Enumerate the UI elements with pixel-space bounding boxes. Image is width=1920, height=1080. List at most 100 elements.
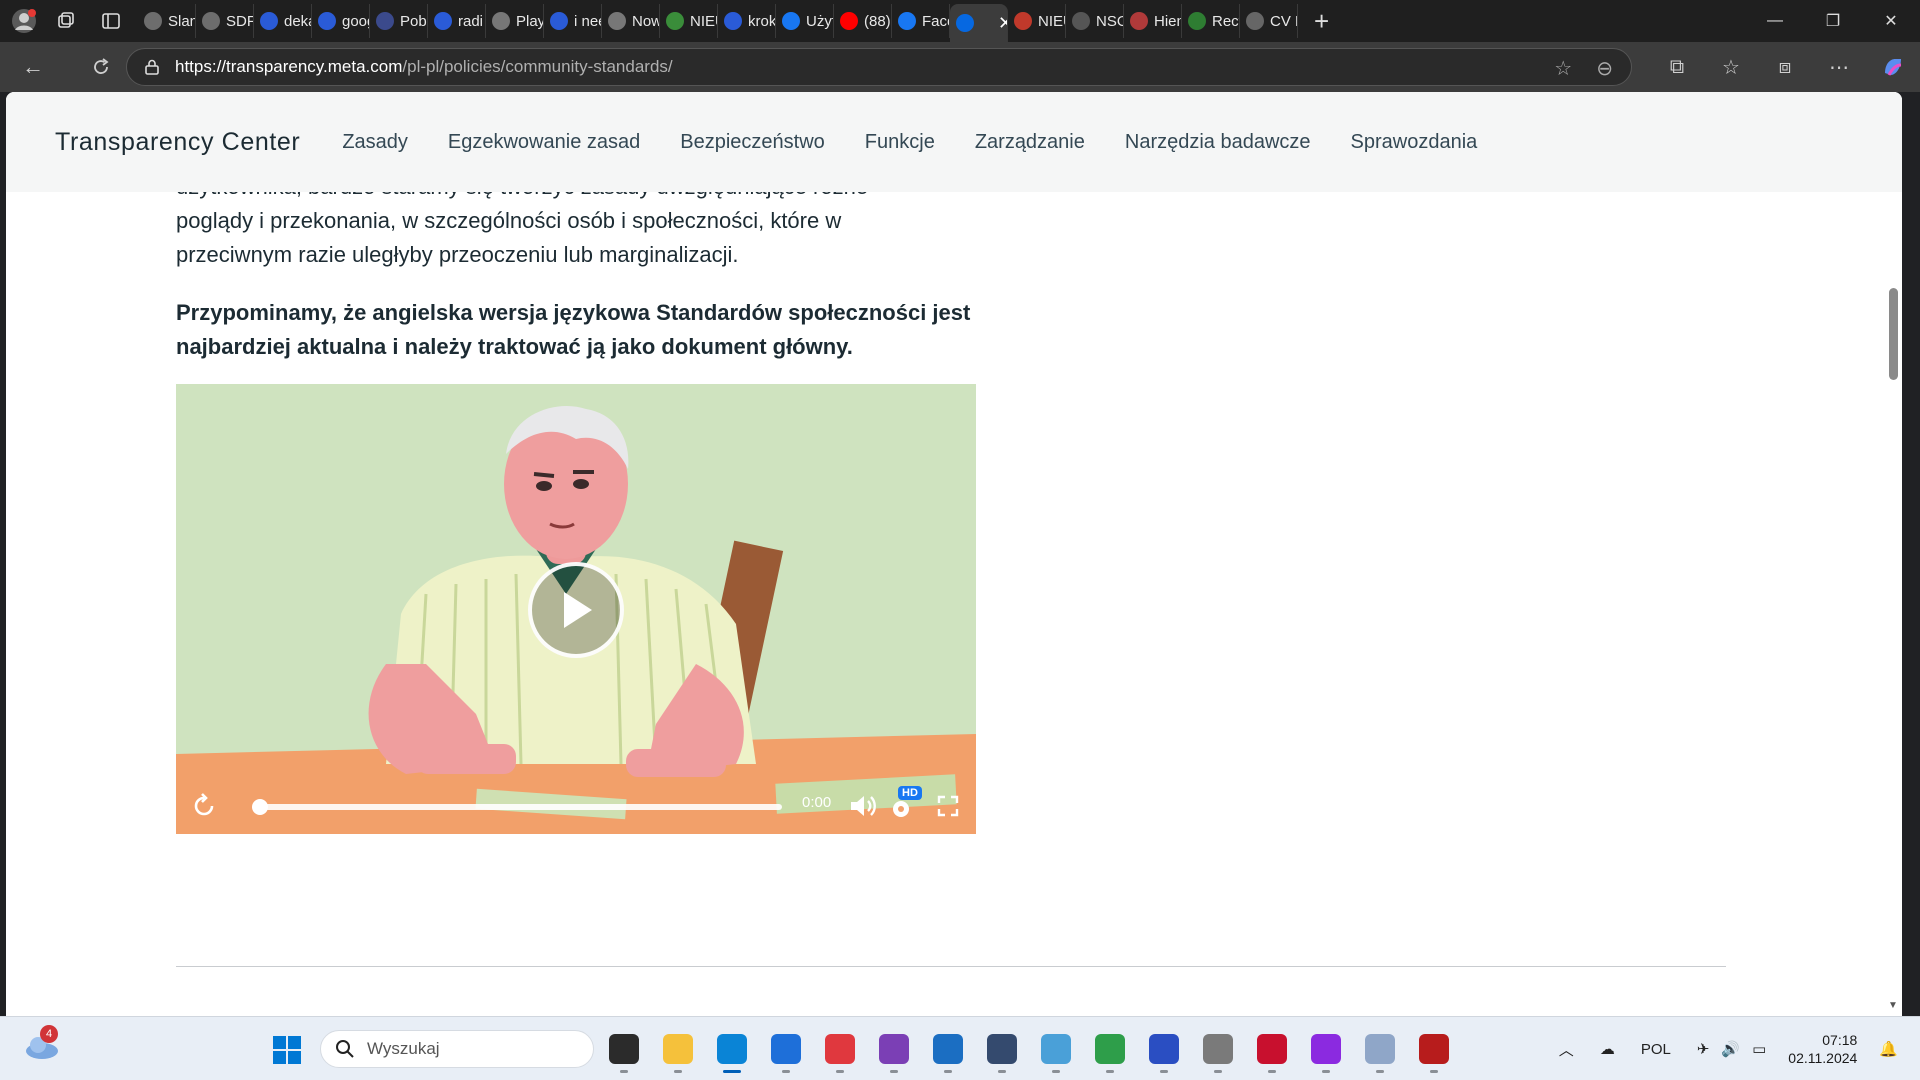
tab-label: (88) <box>864 12 891 30</box>
taskbar-app-app-save[interactable] <box>1146 1025 1182 1073</box>
restore-button[interactable]: ❐ <box>1804 0 1862 42</box>
tab-favicon-icon <box>492 12 510 30</box>
taskbar-app-task-view[interactable] <box>606 1025 642 1073</box>
browser-tab[interactable]: SDF | <box>196 4 254 38</box>
tray-overflow-chevron-icon[interactable]: ︿ <box>1559 1039 1574 1060</box>
taskbar-app-file-explorer[interactable] <box>660 1025 696 1073</box>
collections-icon[interactable]: ⧈ <box>1758 56 1812 79</box>
tab-label: Slang <box>168 12 195 30</box>
fullscreen-icon[interactable] <box>936 794 960 818</box>
browser-tab[interactable]: Hien <box>1124 4 1182 38</box>
running-indicator <box>620 1070 628 1073</box>
video-progress-bar[interactable] <box>252 799 782 815</box>
browser-tab[interactable]: deka <box>254 4 312 38</box>
extensions-icon[interactable]: ⧉ <box>1650 56 1704 79</box>
battery-icon[interactable]: ▭ <box>1752 1040 1766 1058</box>
system-tray: ︿ ☁ POL ✈ 🔊 ▭ 07:18 02.11.2024 🔔 <box>1559 1017 1920 1080</box>
taskbar-app-app-blue-hex[interactable] <box>930 1025 966 1073</box>
browser-tab[interactable]: Face <box>892 4 950 38</box>
more-page-options-icon[interactable]: ⊖ <box>1596 56 1613 81</box>
address-bar[interactable]: https://transparency.meta.com/pl-pl/poli… <box>126 48 1632 86</box>
browser-tab[interactable]: Recy <box>1182 4 1240 38</box>
browser-tab[interactable]: goog <box>312 4 370 38</box>
onedrive-cloud-icon[interactable]: ☁ <box>1600 1040 1615 1058</box>
workspaces-icon[interactable] <box>48 0 84 42</box>
browser-tab[interactable]: krok <box>718 4 776 38</box>
nav-link[interactable]: Egzekwowanie zasad <box>448 131 640 154</box>
nav-link[interactable]: Funkcje <box>865 131 935 154</box>
close-window-button[interactable]: ✕ <box>1862 0 1920 42</box>
tab-label: krok <box>748 12 776 30</box>
browser-tab[interactable]: (88) <box>834 4 892 38</box>
nav-link[interactable]: Sprawozdania <box>1351 131 1478 154</box>
browser-tab[interactable]: Pobi <box>370 4 428 38</box>
browser-tab[interactable]: Now <box>602 4 660 38</box>
profile-avatar[interactable] <box>0 0 48 42</box>
video-player[interactable]: 0:00 HD <box>176 384 976 834</box>
progress-knob[interactable] <box>252 799 268 815</box>
scroll-down-arrow-icon[interactable]: ▼ <box>1888 1000 1898 1011</box>
taskbar-clock[interactable]: 07:18 02.11.2024 <box>1788 1031 1857 1067</box>
lock-icon[interactable] <box>145 59 159 75</box>
taskbar-app-app-cube[interactable] <box>984 1025 1020 1073</box>
browser-tab[interactable]: Slang <box>138 4 196 38</box>
play-button[interactable] <box>528 562 624 658</box>
copilot-icon[interactable] <box>1866 55 1920 79</box>
taskbar-app-app-globe[interactable] <box>1092 1025 1128 1073</box>
nav-link[interactable]: Zasady <box>342 131 408 154</box>
start-windows-icon[interactable] <box>272 1035 302 1065</box>
browser-tab[interactable]: Playe <box>486 4 544 38</box>
favorite-star-icon[interactable]: ☆ <box>1554 56 1572 81</box>
taskbar-app-store[interactable] <box>768 1025 804 1073</box>
tab-favicon-icon <box>666 12 684 30</box>
volume-icon[interactable] <box>848 792 878 820</box>
browser-tab[interactable]: NIEU <box>1008 4 1066 38</box>
browser-tab[interactable]: NIEU <box>660 4 718 38</box>
browser-tab[interactable]: i nee <box>544 4 602 38</box>
tab-label: Recy <box>1212 12 1239 30</box>
taskbar-app-app-disk[interactable] <box>1362 1025 1398 1073</box>
vertical-tabs-icon[interactable] <box>84 0 138 42</box>
nav-link[interactable]: Bezpieczeństwo <box>680 131 825 154</box>
taskbar-app-app-ghost[interactable] <box>1254 1025 1290 1073</box>
settings-more-icon[interactable]: ⋯ <box>1812 55 1866 80</box>
browser-tab[interactable]: CV R <box>1240 4 1298 38</box>
taskbar-app-app-drive[interactable] <box>1200 1025 1236 1073</box>
play-icon <box>564 592 592 628</box>
favorites-icon[interactable]: ☆ <box>1704 55 1758 80</box>
replay-icon[interactable] <box>190 792 218 820</box>
airplane-mode-icon[interactable]: ✈ <box>1697 1040 1710 1058</box>
tab-favicon-icon <box>202 12 220 30</box>
scrollbar-thumb[interactable] <box>1889 288 1898 380</box>
running-indicator <box>1268 1070 1276 1073</box>
page-scrollbar[interactable]: ▲ ▼ <box>1884 92 1902 1016</box>
taskbar-search[interactable]: Wyszukaj <box>320 1030 594 1068</box>
browser-tab[interactable]: NSO <box>1066 4 1124 38</box>
taskbar-app-app-purple[interactable] <box>1308 1025 1344 1073</box>
tab-label: Pobi <box>400 12 428 30</box>
tab-label: radi <box>458 12 484 30</box>
app-cube-icon <box>987 1034 1017 1064</box>
taskbar-app-github[interactable] <box>876 1025 912 1073</box>
notifications-bell-icon[interactable]: 🔔 <box>1879 1040 1898 1058</box>
volume-tray-icon[interactable]: 🔊 <box>1721 1040 1740 1058</box>
tab-close-icon[interactable]: ✕ <box>998 13 1007 34</box>
search-placeholder: Wyszukaj <box>367 1039 440 1058</box>
tab-active[interactable]: ✕ <box>950 4 1008 42</box>
new-tab-button[interactable]: + <box>1314 6 1329 37</box>
site-brand[interactable]: Transparency Center <box>55 128 300 157</box>
browser-tab[interactable]: Użyt <box>776 4 834 38</box>
taskbar-app-app-red[interactable] <box>822 1025 858 1073</box>
back-button[interactable]: ← <box>10 47 56 87</box>
minimize-button[interactable]: — <box>1746 0 1804 42</box>
taskbar-app-app-screen[interactable] <box>1038 1025 1074 1073</box>
nav-link[interactable]: Zarządzanie <box>975 131 1085 154</box>
tab-label: goog <box>342 12 369 30</box>
reload-button[interactable] <box>78 47 124 87</box>
taskbar-app-app-d[interactable] <box>1416 1025 1452 1073</box>
browser-tab[interactable]: radi <box>428 4 486 38</box>
input-language[interactable]: POL <box>1641 1041 1671 1058</box>
nav-link[interactable]: Narzędzia badawcze <box>1125 131 1311 154</box>
taskbar-app-edge[interactable] <box>714 1025 750 1073</box>
tab-label: NSO <box>1096 12 1123 30</box>
